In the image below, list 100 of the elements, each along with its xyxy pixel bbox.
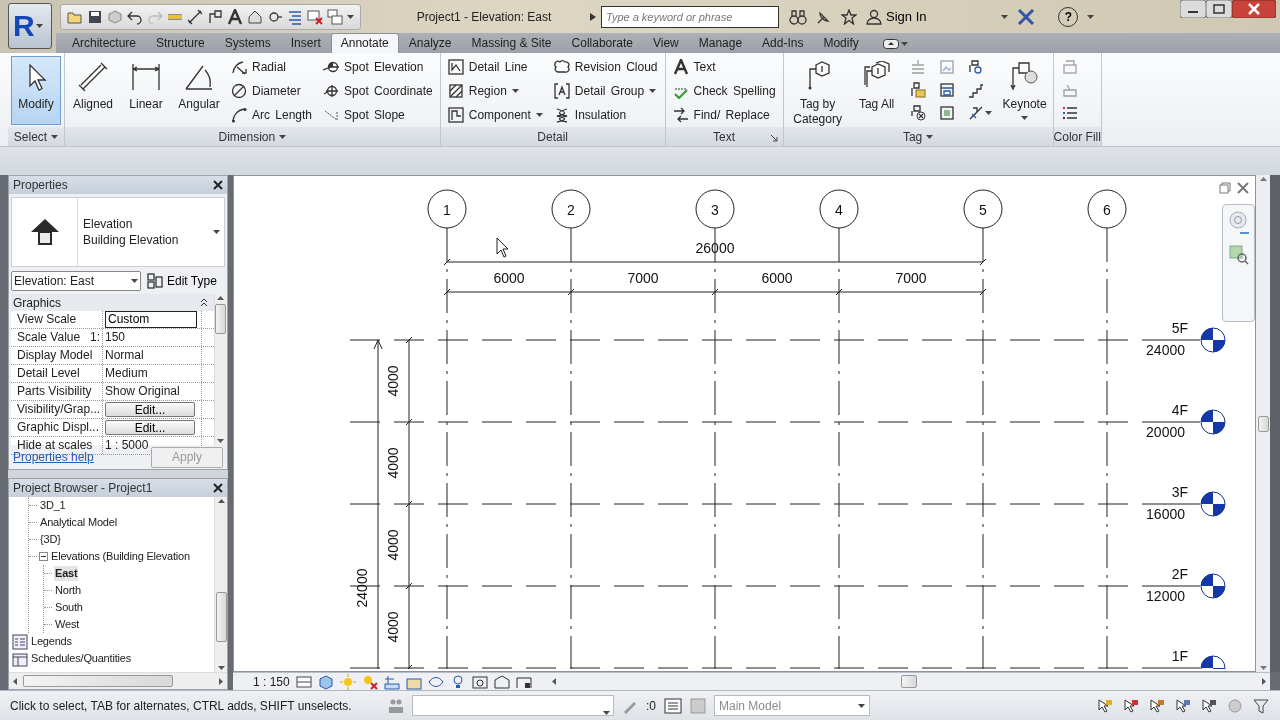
ribbon-tab[interactable]: Annotate: [330, 33, 399, 53]
ribbon-button[interactable]: Check Spelling: [668, 80, 780, 102]
restore-icon[interactable]: [1219, 182, 1231, 194]
scroll-up-icon[interactable]: [217, 296, 224, 300]
edit-button[interactable]: Edit...: [105, 420, 195, 435]
ribbon-button[interactable]: Radial: [227, 56, 317, 78]
tree-item[interactable]: Elevations (Building Elevation: [50, 549, 191, 564]
edit-button[interactable]: Edit...: [105, 402, 195, 417]
launcher-icon[interactable]: [770, 135, 778, 142]
select-pinned-icon[interactable]: [1148, 697, 1166, 714]
ribbon-button[interactable]: Spot Coordinate: [319, 80, 437, 102]
ribbon-button[interactable]: Tag by Category: [786, 56, 849, 125]
dimension-line[interactable]: [443, 288, 987, 296]
scroll-up-icon[interactable]: [1259, 177, 1267, 181]
ribbon-button[interactable]: Spot Elevation: [319, 56, 437, 78]
scrollbar[interactable]: [9, 672, 227, 689]
text-tool-icon[interactable]: [227, 8, 243, 25]
ribbon-tab[interactable]: Collaborate: [561, 33, 643, 53]
scroll-right-icon[interactable]: [1262, 678, 1266, 685]
ribbon-button[interactable]: Tag All: [851, 56, 902, 125]
application-button[interactable]: R: [8, 3, 52, 49]
grid-bubble[interactable]: [819, 189, 859, 229]
level-line[interactable]: [349, 585, 1201, 587]
instance-dropdown[interactable]: Elevation: East: [11, 271, 141, 291]
grid-line[interactable]: [982, 227, 984, 669]
dimension-line[interactable]: [373, 339, 383, 669]
ribbon-button[interactable]: Arc Length: [227, 104, 317, 126]
ribbon-button[interactable]: Region: [443, 80, 547, 102]
scroll-down-icon[interactable]: [217, 666, 225, 670]
caret-icon[interactable]: [213, 230, 220, 234]
ribbon-button[interactable]: Spot Slope: [319, 104, 437, 126]
shadows-icon[interactable]: [361, 673, 378, 690]
select-by-face-icon[interactable]: [1174, 697, 1192, 714]
filter-icon[interactable]: [1252, 697, 1270, 714]
grid-line[interactable]: [1106, 227, 1108, 669]
ribbon-tab[interactable]: Modify: [813, 33, 869, 53]
model-dropdown[interactable]: Main Model: [714, 695, 870, 716]
tree-item[interactable]: North: [54, 583, 82, 598]
tree-item[interactable]: Schedules/Quantities: [30, 651, 132, 666]
close-windows-icon[interactable]: [307, 8, 323, 25]
caret-icon[interactable]: [51, 134, 59, 139]
close-icon[interactable]: [1232, 0, 1276, 18]
ribbon-tab[interactable]: Manage: [688, 33, 753, 53]
grid-line[interactable]: [714, 227, 716, 669]
aligned-dimension-icon[interactable]: [187, 8, 203, 25]
scroll-thumb[interactable]: [215, 592, 227, 642]
ribbon-tab[interactable]: View: [642, 33, 689, 53]
level-head[interactable]: [1200, 491, 1226, 517]
temporary-view-icon[interactable]: [471, 673, 488, 690]
tag-icon[interactable]: [207, 8, 223, 25]
expand-arrow-icon[interactable]: [589, 11, 597, 22]
ribbon-tab[interactable]: Add-Ins: [752, 33, 814, 53]
grid-bubble[interactable]: [427, 189, 467, 229]
ribbon-button[interactable]: Diameter: [227, 80, 317, 102]
grid-bubble[interactable]: [1087, 189, 1127, 229]
dimension-line[interactable]: [443, 258, 987, 266]
house-icon[interactable]: [247, 8, 263, 25]
tree-item[interactable]: {3D}: [39, 532, 62, 547]
ribbon-tab[interactable]: Structure: [146, 33, 215, 53]
restore-icon[interactable]: [1206, 0, 1232, 18]
ribbon-button[interactable]: Linear: [121, 56, 171, 125]
ribbon-tab[interactable]: Analyze: [398, 33, 462, 53]
binoculars-icon[interactable]: [789, 8, 807, 25]
tree-item[interactable]: West: [54, 617, 81, 632]
scroll-thumb[interactable]: [900, 675, 917, 688]
caret-icon[interactable]: [926, 134, 934, 139]
tree-item[interactable]: East: [54, 566, 79, 581]
dimension-line[interactable]: [405, 336, 413, 669]
save-icon[interactable]: [87, 8, 103, 25]
exchange-icon[interactable]: [1017, 8, 1036, 25]
close-icon[interactable]: [213, 483, 223, 493]
detail-level-icon[interactable]: [295, 673, 312, 690]
input-field[interactable]: Custom: [105, 311, 197, 328]
sign-in-button[interactable]: Sign In: [866, 6, 927, 27]
ribbon-button[interactable]: Modify: [11, 56, 61, 125]
ribbon-tab[interactable]: Architecture: [62, 33, 147, 53]
ribbon-button[interactable]: Revision Cloud: [549, 56, 662, 78]
type-selector[interactable]: Elevation Building Elevation: [11, 197, 225, 267]
thin-lines-icon[interactable]: [287, 8, 303, 25]
crop-icon[interactable]: [383, 673, 400, 690]
analysis-icon[interactable]: [493, 673, 510, 690]
ribbon-button[interactable]: Angular: [174, 56, 224, 125]
caret-icon[interactable]: [347, 14, 354, 19]
scroll-down-icon[interactable]: [1259, 666, 1267, 670]
tree-item[interactable]: Analytical Model: [39, 515, 118, 530]
drag-elements-icon[interactable]: [1200, 697, 1218, 714]
tree-item[interactable]: 3D_1: [39, 498, 67, 513]
ribbon-tab[interactable]: Massing & Site: [461, 33, 562, 53]
scrollbar[interactable]: [214, 294, 226, 445]
grid-line[interactable]: [446, 227, 448, 669]
ribbon-button[interactable]: Find/ Replace: [668, 104, 780, 126]
collapse-icon[interactable]: [39, 552, 48, 561]
level-head[interactable]: [1200, 327, 1226, 353]
scrollbar[interactable]: [214, 497, 227, 672]
ribbon-button[interactable]: Component: [443, 104, 547, 126]
collapse-icon[interactable]: [200, 298, 208, 307]
close-icon[interactable]: [213, 180, 223, 190]
ribbon-button[interactable]: Aligned: [68, 56, 118, 125]
scroll-thumb[interactable]: [1257, 415, 1269, 432]
minimize-icon[interactable]: [1180, 0, 1206, 18]
